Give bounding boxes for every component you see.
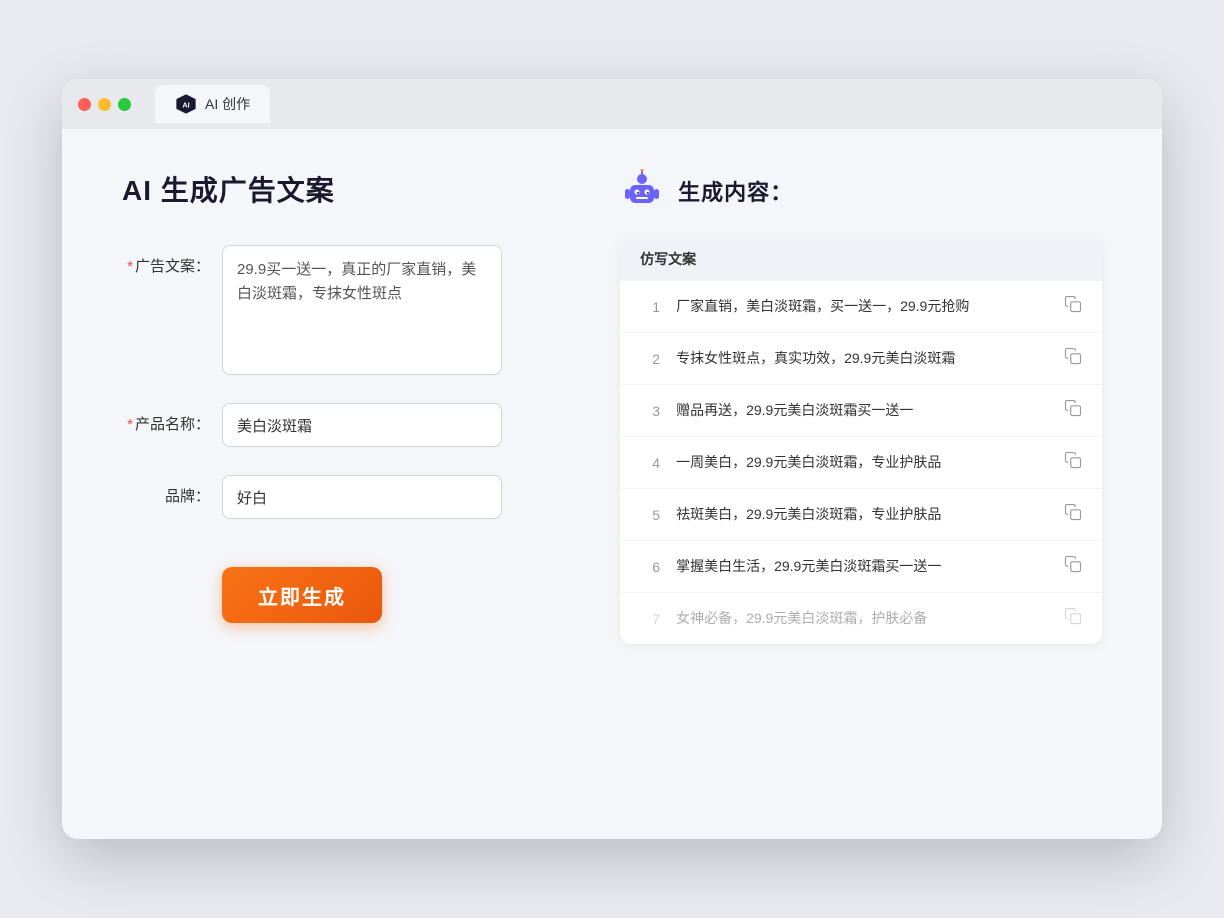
- close-button[interactable]: [78, 98, 91, 111]
- row-number: 6: [640, 559, 660, 575]
- row-text: 女神必备，29.9元美白淡斑霜，护肤必备: [676, 608, 1048, 629]
- main-content: AI 生成广告文案 *广告文案： 29.9买一送一，真正的厂家直销，美白淡斑霜，…: [62, 129, 1162, 839]
- robot-icon: [620, 169, 664, 213]
- row-text: 专抹女性斑点，真实功效，29.9元美白淡斑霜: [676, 348, 1048, 369]
- copy-icon[interactable]: [1064, 399, 1082, 422]
- table-row: 6 掌握美白生活，29.9元美白淡斑霜买一送一: [620, 541, 1102, 593]
- copy-icon[interactable]: [1064, 295, 1082, 318]
- right-panel: 生成内容： 仿写文案 1 厂家直销，美白淡斑霜，买一送一，29.9元抢购 2 专抹女性…: [620, 169, 1102, 799]
- row-number: 7: [640, 611, 660, 627]
- row-number: 5: [640, 507, 660, 523]
- product-name-label: *产品名称：: [122, 403, 222, 434]
- tab-label: AI 创作: [205, 94, 250, 114]
- minimize-button[interactable]: [98, 98, 111, 111]
- table-row: 2 专抹女性斑点，真实功效，29.9元美白淡斑霜: [620, 333, 1102, 385]
- row-number: 4: [640, 455, 660, 471]
- ad-copy-textarea[interactable]: 29.9买一送一，真正的厂家直销，美白淡斑霜，专抹女性斑点: [222, 245, 502, 375]
- copy-icon[interactable]: [1064, 451, 1082, 474]
- page-title: AI 生成广告文案: [122, 169, 560, 209]
- row-number: 3: [640, 403, 660, 419]
- right-title: 生成内容：: [678, 175, 793, 207]
- brand-input[interactable]: [222, 475, 502, 519]
- brand-group: 品牌：: [122, 475, 560, 519]
- results-header: 仿写文案: [620, 237, 1102, 281]
- row-text: 一周美白，29.9元美白淡斑霜，专业护肤品: [676, 452, 1048, 473]
- ad-copy-group: *广告文案： 29.9买一送一，真正的厂家直销，美白淡斑霜，专抹女性斑点: [122, 245, 560, 375]
- product-name-input[interactable]: [222, 403, 502, 447]
- product-name-required: *: [127, 416, 133, 433]
- row-text: 厂家直销，美白淡斑霜，买一送一，29.9元抢购: [676, 296, 1048, 317]
- table-row: 5 祛斑美白，29.9元美白淡斑霜，专业护肤品: [620, 489, 1102, 541]
- right-header: 生成内容：: [620, 169, 1102, 213]
- table-row: 1 厂家直销，美白淡斑霜，买一送一，29.9元抢购: [620, 281, 1102, 333]
- row-number: 2: [640, 351, 660, 367]
- copy-icon[interactable]: [1064, 347, 1082, 370]
- browser-tab[interactable]: AI AI 创作: [155, 85, 270, 123]
- table-row: 3 赠品再送，29.9元美白淡斑霜买一送一: [620, 385, 1102, 437]
- ad-copy-label: *广告文案：: [122, 245, 222, 276]
- ai-tab-icon: AI: [175, 93, 197, 115]
- copy-icon[interactable]: [1064, 503, 1082, 526]
- results-list: 1 厂家直销，美白淡斑霜，买一送一，29.9元抢购 2 专抹女性斑点，真实功效，29.…: [620, 281, 1102, 644]
- title-bar: AI AI 创作: [62, 79, 1162, 129]
- ad-copy-required: *: [127, 258, 133, 275]
- table-row: 4 一周美白，29.9元美白淡斑霜，专业护肤品: [620, 437, 1102, 489]
- brand-label: 品牌：: [122, 475, 222, 506]
- table-row: 7 女神必备，29.9元美白淡斑霜，护肤必备: [620, 593, 1102, 644]
- maximize-button[interactable]: [118, 98, 131, 111]
- generate-button[interactable]: 立即生成: [222, 567, 382, 623]
- copy-icon[interactable]: [1064, 555, 1082, 578]
- results-table: 仿写文案 1 厂家直销，美白淡斑霜，买一送一，29.9元抢购 2 专抹女性斑点，真实功…: [620, 237, 1102, 644]
- browser-window: AI AI 创作 AI 生成广告文案 *广告文案： 29.9买一送一，真正的厂家…: [62, 79, 1162, 839]
- row-text: 掌握美白生活，29.9元美白淡斑霜买一送一: [676, 556, 1048, 577]
- row-text: 祛斑美白，29.9元美白淡斑霜，专业护肤品: [676, 504, 1048, 525]
- copy-icon[interactable]: [1064, 607, 1082, 630]
- left-panel: AI 生成广告文案 *广告文案： 29.9买一送一，真正的厂家直销，美白淡斑霜，…: [122, 169, 560, 799]
- row-number: 1: [640, 299, 660, 315]
- product-name-group: *产品名称：: [122, 403, 560, 447]
- svg-text:AI: AI: [182, 101, 189, 110]
- row-text: 赠品再送，29.9元美白淡斑霜买一送一: [676, 400, 1048, 421]
- traffic-lights: [78, 98, 131, 111]
